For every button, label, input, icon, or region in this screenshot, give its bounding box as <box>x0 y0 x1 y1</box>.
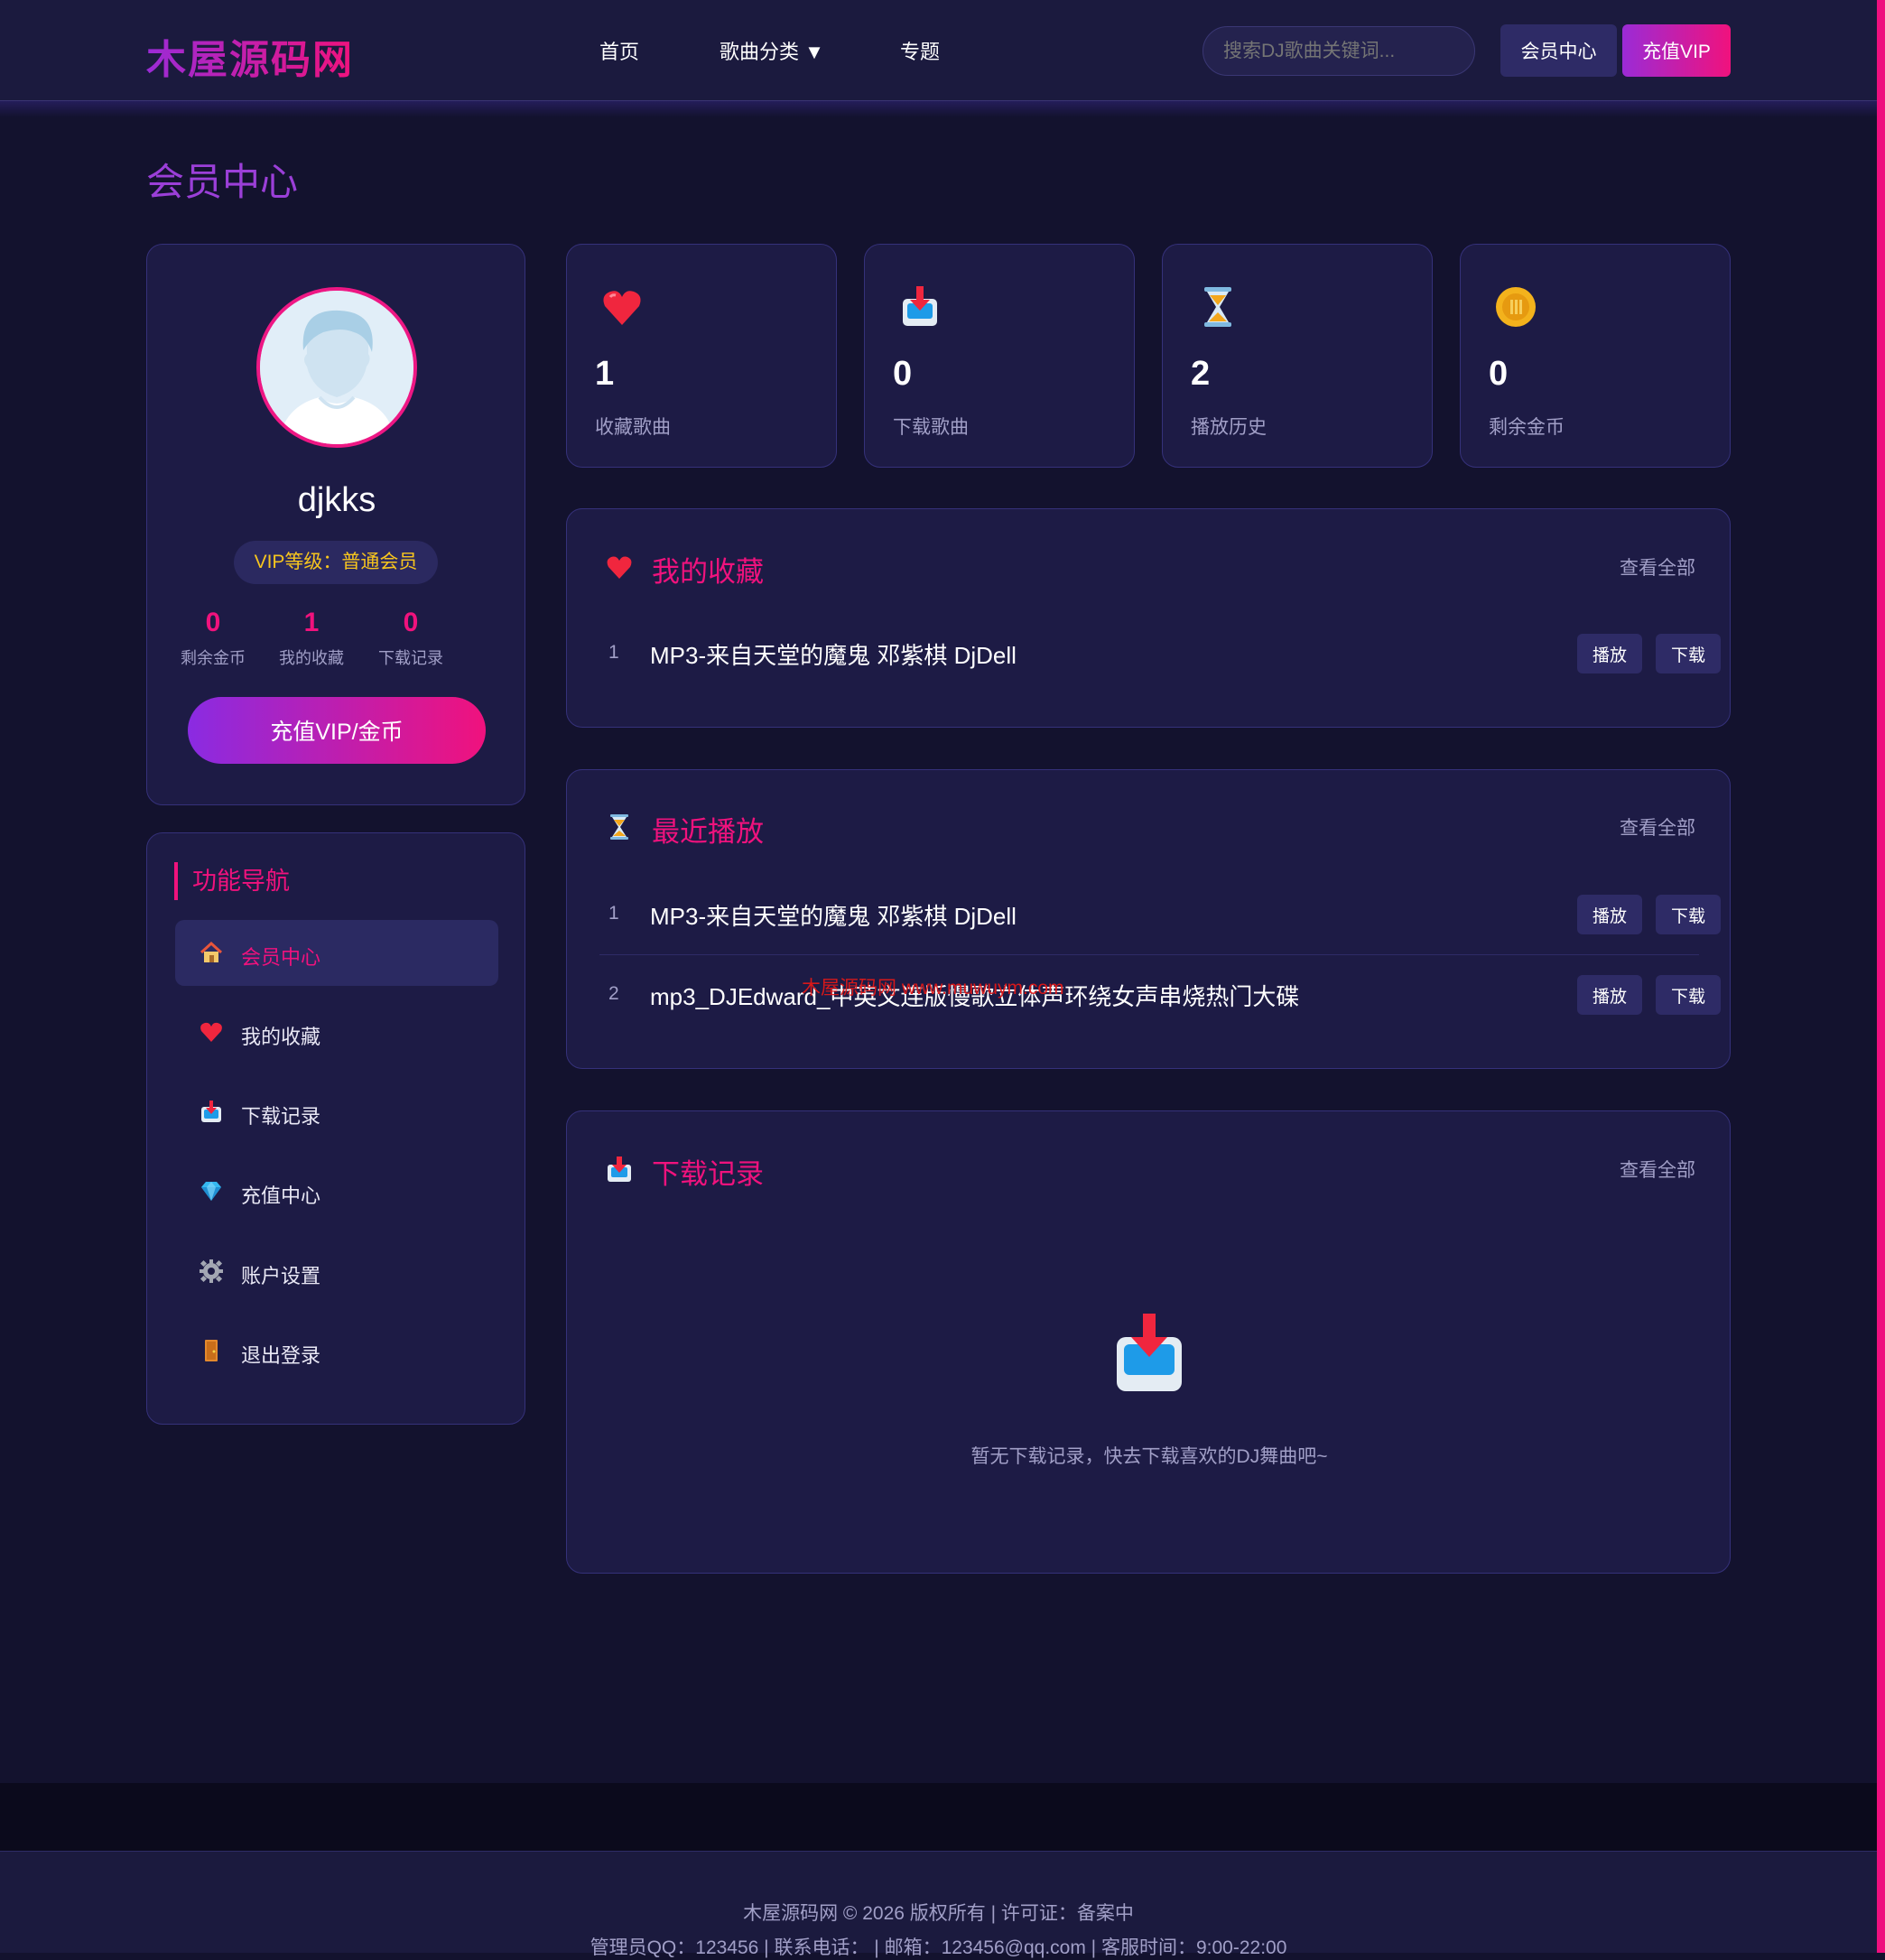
stat-card-play-history[interactable]: 2 播放历史 <box>1162 244 1433 468</box>
footer-copyright: 木屋源码网 © 2026 版权所有 | 许可证：备案中 <box>743 1903 1134 1924</box>
profile-stat-favorites: 1 我的收藏 <box>262 608 361 669</box>
stat-label: 收藏歌曲 <box>595 417 671 438</box>
sidebar-item-member-center[interactable]: 会员中心 <box>175 920 498 986</box>
stat-card-downloads[interactable]: 0 下载歌曲 <box>864 244 1135 468</box>
header-shadow <box>0 101 1877 117</box>
sidebar-item-favorites[interactable]: 我的收藏 <box>175 999 498 1065</box>
view-all-link[interactable]: 查看全部 <box>1620 813 1695 841</box>
stat-label: 剩余金币 <box>181 649 246 667</box>
sidebar-item-label: 账户设置 <box>241 1265 321 1287</box>
username: djkks <box>297 481 376 519</box>
top-header: 木屋源码网 首页 歌曲分类 ▼ 专题 会员中心 充值VIP <box>0 0 1877 101</box>
stat-value: 1 <box>303 608 320 637</box>
sidebar-item-account-settings[interactable]: 账户设置 <box>175 1239 498 1305</box>
house-icon <box>200 941 223 962</box>
footer-contact: 管理员QQ：123456 | 联系电话： | 邮箱：123456@qq.com … <box>590 1937 1287 1958</box>
sidebar-item-label: 下载记录 <box>241 1105 321 1128</box>
recent-plays-section: 最近播放 查看全部 1 MP3-来自天堂的魔鬼 邓紫棋 DjDell 播放 下载… <box>566 769 1731 1069</box>
sidebar-item-label: 退出登录 <box>241 1344 321 1367</box>
sidebar-item-downloads[interactable]: 下载记录 <box>175 1079 498 1145</box>
section-title: 下载记录 <box>652 1158 764 1190</box>
stat-value: 1 <box>595 355 615 393</box>
stat-value: 0 <box>403 608 419 637</box>
profile-card: djkks VIP等级：普通会员 0 剩余金币 1 我的收藏 0 下载记录 充值… <box>146 244 525 805</box>
download-tray-icon <box>608 1156 631 1182</box>
nav-home[interactable]: 首页 <box>599 36 639 65</box>
song-index: 1 <box>608 642 619 663</box>
download-button[interactable]: 下载 <box>1656 634 1721 673</box>
stat-value: 0 <box>893 355 913 393</box>
song-title[interactable]: MP3-来自天堂的魔鬼 邓紫棋 DjDell <box>650 637 1017 671</box>
diamond-icon <box>201 1182 221 1201</box>
avatar-silhouette-icon <box>260 291 413 444</box>
vip-level-badge: VIP等级：普通会员 <box>234 541 438 584</box>
page-title: 会员中心 <box>146 161 299 203</box>
stat-label: 我的收藏 <box>279 649 344 667</box>
hourglass-icon <box>1204 287 1231 327</box>
section-title: 最近播放 <box>652 816 764 848</box>
function-nav-panel: 功能导航 会员中心 我的收藏 下载记录 充值中心 账户设置 退出登录 <box>146 832 525 1425</box>
recharge-vip-coins-button[interactable]: 充值VIP/金币 <box>188 697 486 764</box>
sidebar-item-label: 会员中心 <box>241 946 321 969</box>
empty-state-text: 暂无下载记录，快去下载喜欢的DJ舞曲吧~ <box>970 1446 1328 1467</box>
play-button[interactable]: 播放 <box>1577 634 1642 673</box>
view-all-link[interactable]: 查看全部 <box>1620 1156 1695 1183</box>
scrollbar[interactable] <box>1877 0 1885 1953</box>
gear-icon <box>200 1259 223 1283</box>
favorites-section: 我的收藏 查看全部 1 MP3-来自天堂的魔鬼 邓紫棋 DjDell 播放 下载 <box>566 508 1731 728</box>
stat-value: 0 <box>1489 355 1509 393</box>
download-button[interactable]: 下载 <box>1656 895 1721 934</box>
list-item: 2 mp3_DJEdward_中英文连版慢歌立体声环绕女声串烧热门大碟 播放 下… <box>599 954 1721 1034</box>
member-center-button[interactable]: 会员中心 <box>1500 24 1617 77</box>
song-index: 1 <box>608 903 619 924</box>
stat-label: 下载记录 <box>378 649 443 667</box>
door-icon <box>205 1340 218 1361</box>
stat-label: 剩余金币 <box>1489 417 1565 438</box>
sidebar-item-logout[interactable]: 退出登录 <box>175 1318 498 1384</box>
sidebar-item-label: 我的收藏 <box>241 1026 321 1048</box>
download-tray-icon <box>1117 1314 1182 1391</box>
download-button[interactable]: 下载 <box>1656 975 1721 1015</box>
download-tray-icon <box>903 286 937 326</box>
coin-icon <box>1496 287 1536 327</box>
list-item: 1 MP3-来自天堂的魔鬼 邓紫棋 DjDell 播放 下载 <box>599 614 1721 693</box>
stat-label: 下载歌曲 <box>893 417 969 438</box>
search-input[interactable] <box>1202 26 1475 76</box>
profile-stat-downloads: 0 下载记录 <box>361 608 460 669</box>
stat-value: 2 <box>1191 355 1211 393</box>
stat-card-favorites[interactable]: 1 收藏歌曲 <box>566 244 837 468</box>
nav-category-dropdown[interactable]: 歌曲分类 ▼ <box>720 36 824 65</box>
hourglass-icon <box>610 814 628 840</box>
section-title: 我的收藏 <box>652 556 764 588</box>
avatar <box>256 287 417 448</box>
sidebar-item-recharge[interactable]: 充值中心 <box>175 1158 498 1224</box>
footer: 木屋源码网 © 2026 版权所有 | 许可证：备案中 管理员QQ：123456… <box>0 1851 1877 1958</box>
footer-band <box>0 1783 1877 1851</box>
nav-panel-title: 功能导航 <box>174 862 290 900</box>
heart-icon <box>200 1022 222 1042</box>
stat-card-coins[interactable]: 0 剩余金币 <box>1460 244 1731 468</box>
watermark-text: 木屋源码网 www.muwuym.com <box>802 978 1064 999</box>
downloads-section: 下载记录 查看全部 暂无下载记录，快去下载喜欢的DJ舞曲吧~ <box>566 1110 1731 1574</box>
site-logo[interactable]: 木屋源码网 <box>146 27 354 85</box>
song-index: 2 <box>608 983 619 1004</box>
sidebar-item-label: 充值中心 <box>241 1184 321 1207</box>
stat-label: 播放历史 <box>1191 417 1267 438</box>
view-all-link[interactable]: 查看全部 <box>1620 553 1695 581</box>
heart-icon <box>607 556 632 579</box>
heart-icon <box>603 291 641 325</box>
list-item: 1 MP3-来自天堂的魔鬼 邓紫棋 DjDell 播放 下载 <box>599 875 1721 954</box>
song-title[interactable]: MP3-来自天堂的魔鬼 邓紫棋 DjDell <box>650 898 1017 932</box>
download-tray-icon <box>201 1101 221 1122</box>
play-button[interactable]: 播放 <box>1577 975 1642 1015</box>
play-button[interactable]: 播放 <box>1577 895 1642 934</box>
stat-value: 0 <box>205 608 221 637</box>
recharge-vip-button[interactable]: 充值VIP <box>1622 24 1731 77</box>
nav-topics[interactable]: 专题 <box>900 36 940 65</box>
profile-stat-coins: 0 剩余金币 <box>163 608 263 669</box>
